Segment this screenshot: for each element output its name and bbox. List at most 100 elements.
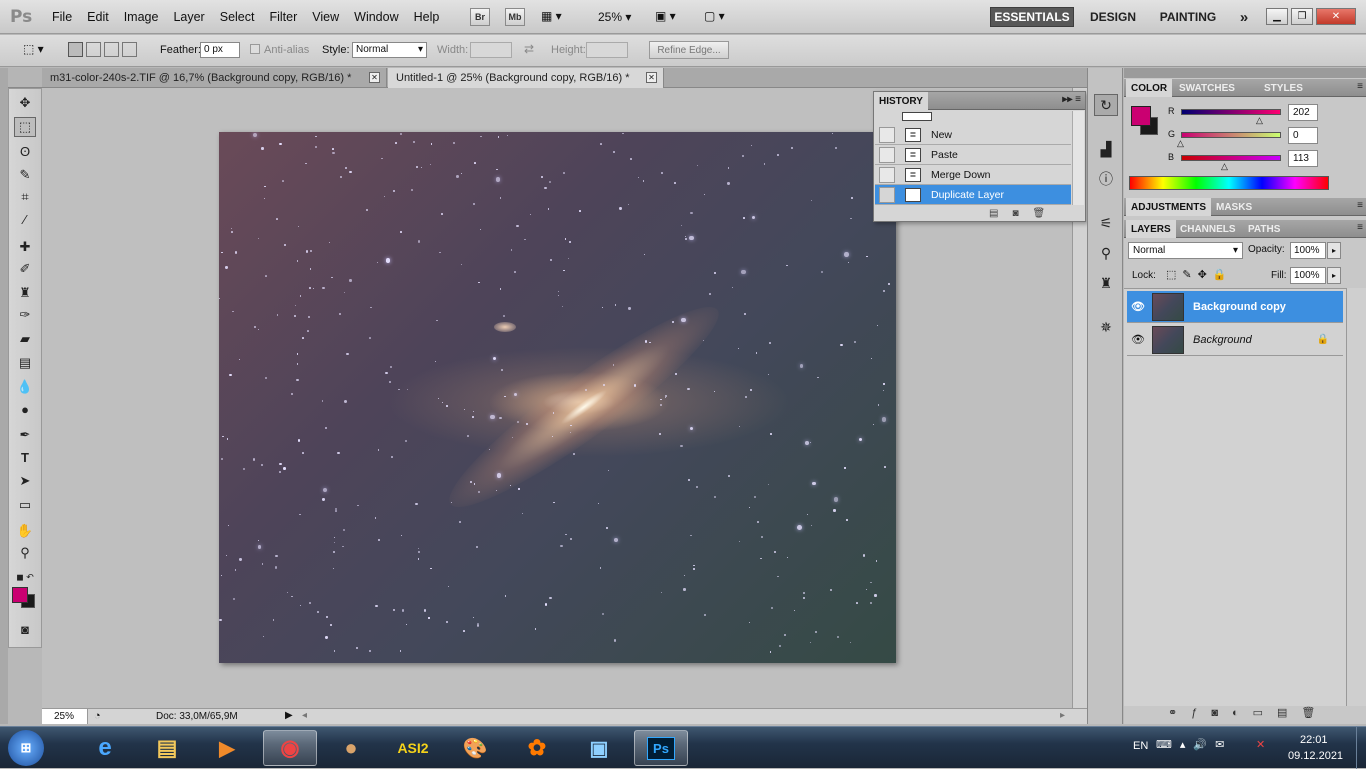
tab-swatches[interactable]: SWATCHES [1174,79,1240,97]
hand-tool-icon[interactable]: ✋ [14,521,36,541]
b-slider[interactable] [1181,155,1281,161]
toolbox-header[interactable] [8,68,42,88]
asi-app-icon[interactable]: ASI2 [386,730,440,766]
refine-edge-button[interactable]: Refine Edge... [649,41,729,59]
eyedropper-tool-icon[interactable]: ⁄ [14,209,36,229]
menu-filter[interactable]: Filter [269,10,297,24]
opacity-input[interactable]: 100% [1290,242,1326,259]
menu-help[interactable]: Help [414,10,440,24]
start-button[interactable]: ⊞ [8,730,44,766]
history-item[interactable]: ≣ Paste [875,145,1071,165]
bridge-button[interactable]: Br [470,8,490,26]
zoom-level-dropdown[interactable]: 25% ▾ [598,10,631,24]
network-icon[interactable]: ✕ [1256,738,1265,751]
style-select[interactable]: Normal ▾ [352,42,427,58]
intersect-selection-icon[interactable] [122,42,137,57]
document-image[interactable] [219,132,896,663]
type-tool-icon[interactable]: T [14,447,36,467]
scroll-right-icon[interactable]: ▸ [1060,710,1065,721]
quick-selection-tool-icon[interactable]: ✎ [14,165,36,185]
status-info-icon[interactable]: ◔ [94,710,101,722]
explorer-icon[interactable]: ▤ [140,730,194,766]
tab-channels[interactable]: CHANNELS [1175,220,1241,238]
history-snapshot-thumb[interactable] [902,112,932,121]
panel-menu-icon[interactable]: ▸▸ ≡ [1062,94,1081,105]
scroll-left-icon[interactable]: ◂ [302,710,307,721]
clone-source-dock-icon[interactable]: ♜ [1094,272,1118,294]
tab-untitled-1[interactable]: Untitled-1 @ 25% (Background copy, RGB/1… [388,68,664,88]
antialias-checkbox[interactable] [250,44,260,54]
dodge-tool-icon[interactable]: ● [14,399,36,419]
clock-time[interactable]: 22:01 [1300,734,1328,746]
tool-preset-icon[interactable]: ⬚ ▾ [23,42,44,56]
history-dock-icon[interactable]: ↻ [1094,94,1118,116]
tab-m31-color[interactable]: m31-color-240s-2.TIF @ 16,7% (Background… [42,68,387,88]
language-indicator[interactable]: EN [1133,740,1148,752]
ie-icon[interactable]: e [78,730,132,766]
fill-slider-icon[interactable]: ▸ [1327,267,1341,284]
menu-layer[interactable]: Layer [173,10,204,24]
history-tab[interactable]: HISTORY [874,92,928,110]
layer-row[interactable]: 👁 Background 🔒 [1127,324,1343,356]
clock-date[interactable]: 09.12.2021 [1288,750,1343,762]
tab-masks[interactable]: MASKS [1211,198,1257,216]
eye-icon[interactable]: 👁 [1129,331,1147,349]
eraser-tool-icon[interactable]: ▰ [14,329,36,349]
menu-window[interactable]: Window [354,10,398,24]
chrome-icon[interactable]: ◉ [263,730,317,766]
tab-color[interactable]: COLOR [1126,79,1173,97]
layer-row[interactable]: 👁 Background copy [1127,291,1343,323]
quick-mask-icon[interactable]: ◙ [14,619,36,639]
panel-menu-icon[interactable]: ≡ [1357,222,1363,233]
subtract-selection-icon[interactable] [104,42,119,57]
media-player-icon[interactable]: ▶ [200,730,254,766]
restore-icon[interactable]: ❐ [1291,8,1313,25]
r-slider-thumb[interactable]: △ [1256,115,1263,126]
brush-tool-icon[interactable]: ✐ [14,259,36,279]
paint-icon[interactable]: 🎨 [448,730,502,766]
pen-tool-icon[interactable]: ✒ [14,425,36,445]
workspace-essentials[interactable]: ESSENTIALS [990,7,1074,27]
layers-footer-icons[interactable]: ⚭ƒ◙◐▭▤🗑 [1168,706,1329,719]
menu-select[interactable]: Select [220,10,255,24]
crop-tool-icon[interactable]: ⌗ [14,187,36,207]
history-brush-tool-icon[interactable]: ✑ [14,305,36,325]
brushes-dock-icon[interactable]: ⚲ [1094,242,1118,264]
menu-view[interactable]: View [312,10,339,24]
blur-tool-icon[interactable]: 💧 [14,377,36,397]
menu-image[interactable]: Image [124,10,159,24]
status-menu-icon[interactable]: ▶ [285,710,293,721]
r-value-input[interactable]: 202 [1288,104,1318,121]
history-item[interactable]: ≣ New [875,125,1071,145]
shape-tool-icon[interactable]: ▭ [14,495,36,515]
clone-stamp-tool-icon[interactable]: ♜ [14,283,36,303]
menu-file[interactable]: File [52,10,72,24]
tool-presets-dock-icon[interactable]: ⚟ [1094,212,1118,234]
tab-paths[interactable]: PATHS [1243,220,1285,238]
g-slider[interactable] [1181,132,1281,138]
minibridge-button[interactable]: Mb [505,8,525,26]
color-fg-swatch[interactable] [1131,106,1151,126]
g-slider-thumb[interactable]: △ [1177,138,1184,149]
minimize-icon[interactable]: ▁ [1266,8,1288,25]
layers-scrollbar[interactable] [1346,288,1366,706]
workspace-painting[interactable]: PAINTING [1152,7,1224,27]
info-dock-icon[interactable]: ⓘ [1094,168,1118,190]
workspace-design[interactable]: DESIGN [1084,7,1142,27]
width-input[interactable] [470,42,512,58]
height-input[interactable] [586,42,628,58]
lasso-tool-icon[interactable]: ʘ [14,141,36,161]
window-app-icon[interactable]: ▣ [572,730,626,766]
history-item[interactable]: ≣ Merge Down [875,165,1071,185]
tab-close-icon[interactable]: ✕ [369,72,380,83]
new-selection-icon[interactable] [68,42,83,57]
blend-mode-select[interactable]: Normal ▾ [1128,242,1243,259]
show-desktop-button[interactable] [1356,727,1366,769]
arrange-documents-icon[interactable]: ▣ ▾ [655,9,676,23]
history-footer-icons[interactable]: ▤◙🗑 [989,208,1059,219]
g-value-input[interactable]: 0 [1288,127,1318,144]
panel-menu-icon[interactable]: ≡ [1357,200,1363,211]
gradient-tool-icon[interactable]: ▤ [14,353,36,373]
foreground-color-swatch[interactable] [12,587,28,603]
histogram-dock-icon[interactable]: ▟ [1094,138,1118,160]
